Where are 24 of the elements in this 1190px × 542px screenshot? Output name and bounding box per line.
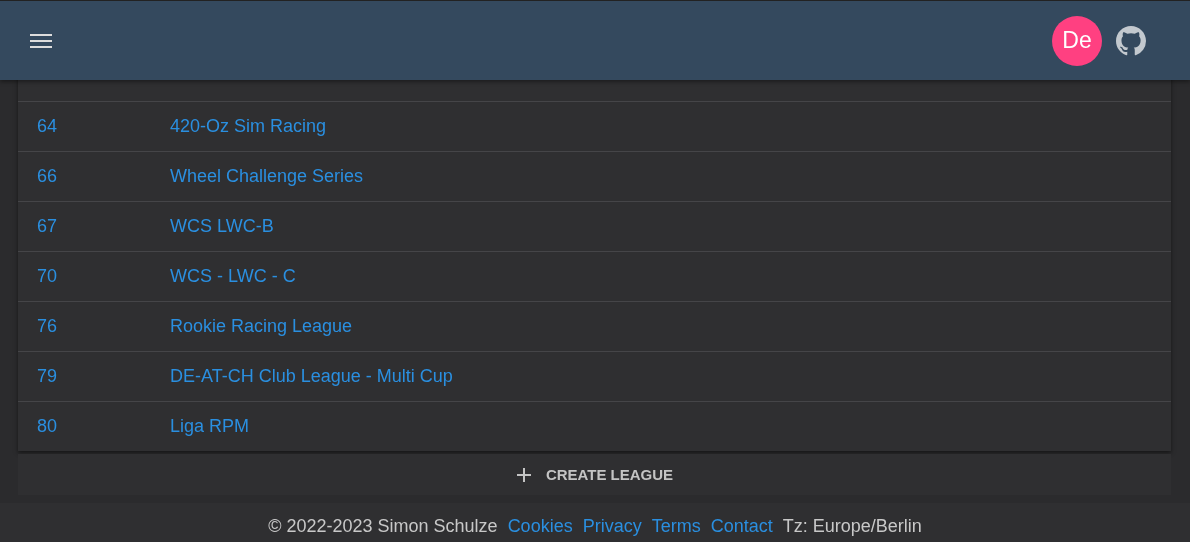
- league-id[interactable]: 67: [18, 216, 170, 237]
- timezone-text: Tz: Europe/Berlin: [782, 515, 922, 537]
- footer-link[interactable]: Contact: [710, 515, 773, 537]
- league-id[interactable]: 80: [18, 416, 170, 437]
- league-name[interactable]: WCS - LWC - C: [170, 266, 296, 287]
- copyright-text: © 2022-2023 Simon Schulze: [268, 515, 498, 537]
- league-name[interactable]: DE-AT-CH Club League - Multi Cup: [170, 366, 453, 387]
- league-name[interactable]: Liga RPM: [170, 416, 250, 437]
- league-name[interactable]: 420-Oz Sim Racing: [170, 116, 327, 137]
- league-id[interactable]: 66: [18, 166, 170, 187]
- footer-link[interactable]: Privacy: [582, 515, 642, 537]
- plus-icon: [515, 466, 532, 483]
- github-icon[interactable]: [1116, 25, 1146, 56]
- league-id[interactable]: 64: [18, 116, 170, 137]
- user-avatar[interactable]: De: [1052, 15, 1102, 66]
- league-id[interactable]: 76: [18, 316, 170, 337]
- league-name[interactable]: Rookie Racing League: [170, 316, 353, 337]
- league-name[interactable]: Wheel Challenge Series: [170, 166, 364, 187]
- league-id[interactable]: 70: [18, 266, 170, 287]
- footer-link[interactable]: Terms: [651, 515, 701, 537]
- footer-link[interactable]: Cookies: [507, 515, 573, 537]
- league-id[interactable]: 79: [18, 366, 170, 387]
- create-league-button[interactable]: CREATE LEAGUE: [18, 454, 1171, 495]
- league-name[interactable]: WCS LWC-B: [170, 216, 274, 237]
